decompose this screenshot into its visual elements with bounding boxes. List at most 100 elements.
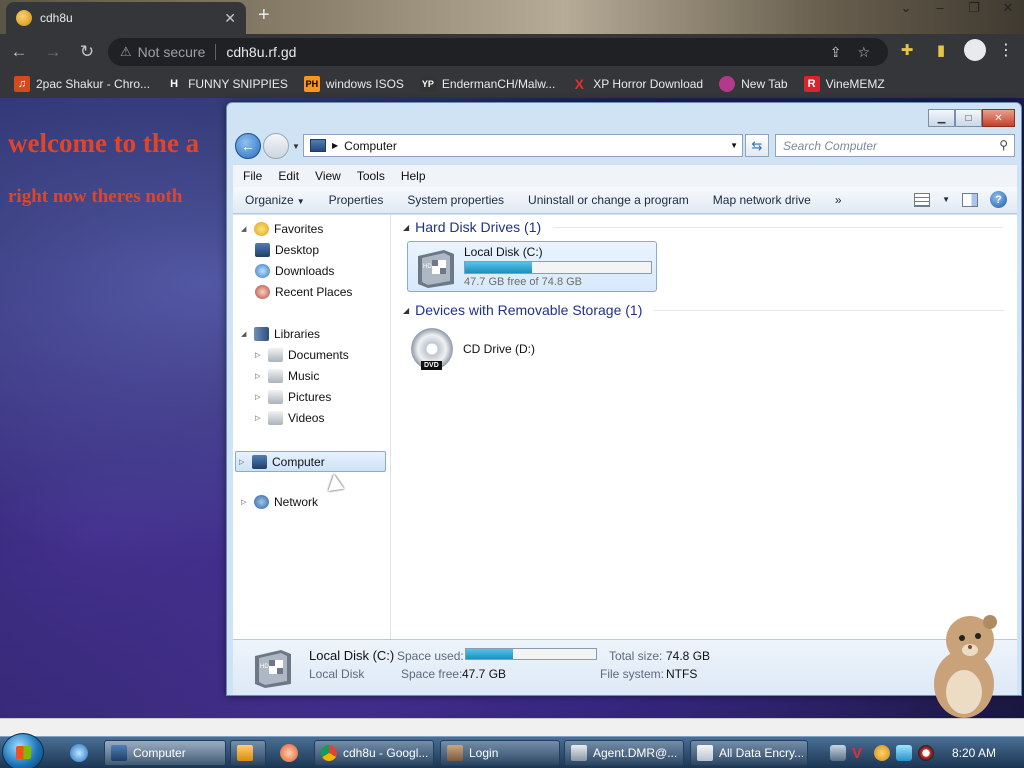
expand-icon[interactable]: ▷ bbox=[255, 372, 263, 380]
collapse-icon[interactable]: ◢ bbox=[241, 225, 249, 233]
taskbar-item-computer[interactable]: Computer bbox=[104, 740, 226, 766]
bookmark-star-icon[interactable]: ☆ bbox=[857, 44, 870, 61]
extensions-icon[interactable]: ✚ bbox=[896, 39, 918, 61]
group-divider bbox=[654, 309, 1005, 311]
taskbar-item-agent[interactable]: Agent.DMR@... bbox=[564, 740, 684, 766]
tray-display-icon[interactable] bbox=[895, 745, 912, 761]
side-panel-icon[interactable]: ▮ bbox=[930, 39, 952, 61]
uninstall-program-button[interactable]: Uninstall or change a program bbox=[516, 193, 701, 207]
start-button[interactable] bbox=[2, 733, 44, 768]
menu-file[interactable]: File bbox=[243, 169, 262, 183]
nav-network[interactable]: ▷ Network bbox=[241, 495, 318, 509]
internet-explorer-icon[interactable] bbox=[70, 744, 88, 762]
explorer-minimize-button[interactable]: ▁ bbox=[928, 109, 955, 127]
nav-recent-places[interactable]: Recent Places bbox=[255, 285, 352, 299]
back-arrow-icon[interactable]: ← bbox=[4, 37, 34, 67]
local-disk-item[interactable]: HD Local Disk (C:) 47.7 GB free of 74.8 … bbox=[407, 241, 657, 292]
close-button[interactable]: ✕ bbox=[998, 0, 1018, 16]
map-network-drive-button[interactable]: Map network drive bbox=[701, 193, 823, 207]
bookmark-2pac[interactable]: ♫ 2pac Shakur - Chro... bbox=[14, 76, 150, 92]
bookmark-windows-isos[interactable]: PH windows ISOS bbox=[303, 76, 404, 92]
share-icon[interactable]: ⇪ bbox=[830, 44, 842, 61]
explorer-close-button[interactable]: ✕ bbox=[982, 109, 1015, 127]
address-dropdown-icon[interactable]: ▼ bbox=[730, 141, 738, 150]
warning-icon: ⚠ bbox=[120, 44, 132, 59]
explorer-maximize-button[interactable]: □ bbox=[955, 109, 982, 127]
preview-pane-icon[interactable] bbox=[962, 192, 978, 207]
expand-icon[interactable]: ▷ bbox=[255, 414, 263, 422]
paint-icon[interactable] bbox=[280, 744, 298, 762]
expand-icon[interactable]: ▷ bbox=[241, 498, 249, 506]
details-pane: HD Local Disk (C:) Local Disk Space used… bbox=[233, 639, 1017, 695]
bookmark-endermanch[interactable]: YP EndermanCH/Malw... bbox=[419, 76, 555, 92]
restore-button[interactable]: ❐ bbox=[964, 0, 984, 16]
bookmark-xp-horror[interactable]: X XP Horror Download bbox=[571, 76, 704, 92]
tray-record-icon[interactable] bbox=[917, 745, 934, 761]
tab-close-icon[interactable]: ✕ bbox=[224, 10, 236, 27]
reload-icon[interactable]: ↻ bbox=[72, 37, 102, 67]
profile-avatar[interactable] bbox=[964, 39, 986, 61]
taskbar-item-chrome[interactable]: cdh8u - Googl... bbox=[314, 740, 434, 766]
minimize-button[interactable]: – bbox=[930, 0, 950, 16]
bookmark-funny-snippies[interactable]: H FUNNY SNIPPIES bbox=[166, 76, 288, 92]
menu-edit[interactable]: Edit bbox=[278, 169, 299, 183]
expand-icon[interactable]: ▷ bbox=[239, 458, 247, 466]
search-input[interactable]: Search Computer ⚲ bbox=[775, 134, 1015, 157]
search-icon[interactable]: ⚲ bbox=[999, 138, 1008, 152]
recent-pages-icon[interactable]: ▼ bbox=[292, 142, 300, 151]
tab-search-icon[interactable]: ⌄ bbox=[896, 0, 916, 16]
explorer-back-icon[interactable]: ← bbox=[235, 133, 261, 159]
breadcrumb-chevron-icon[interactable]: ▶ bbox=[332, 141, 338, 150]
menu-kebab-icon[interactable]: ⋮ bbox=[998, 40, 1014, 60]
help-icon[interactable]: ? bbox=[990, 191, 1007, 208]
taskbar-item-login[interactable]: Login bbox=[440, 740, 560, 766]
browser-tab[interactable]: cdh8u ✕ bbox=[6, 2, 246, 34]
tray-v-icon[interactable]: V bbox=[852, 745, 868, 762]
window-icon bbox=[571, 745, 587, 761]
bookmark-new-tab[interactable]: New Tab bbox=[719, 76, 788, 92]
organize-button[interactable]: Organize ▼ bbox=[233, 193, 317, 207]
properties-button[interactable]: Properties bbox=[317, 193, 396, 207]
nav-downloads[interactable]: Downloads bbox=[255, 264, 334, 278]
taskbar-item-media[interactable] bbox=[230, 740, 266, 766]
nav-favorites[interactable]: ◢ Favorites bbox=[241, 222, 323, 236]
refresh-icon[interactable]: ⇆ bbox=[745, 134, 769, 157]
change-view-icon[interactable] bbox=[914, 192, 931, 207]
nav-music[interactable]: ▷ Music bbox=[255, 369, 319, 383]
tray-app-icon[interactable] bbox=[829, 745, 846, 761]
nav-computer[interactable]: ▷ Computer bbox=[235, 451, 386, 472]
breadcrumb[interactable]: Computer bbox=[344, 139, 397, 153]
nav-pictures[interactable]: ▷ Pictures bbox=[255, 390, 331, 404]
taskbar-item-encrypted[interactable]: All Data Encry... bbox=[690, 740, 808, 766]
group-header-hard-disks[interactable]: ◢ Hard Disk Drives (1) bbox=[403, 219, 1004, 235]
system-properties-button[interactable]: System properties bbox=[395, 193, 516, 207]
nav-documents[interactable]: ▷ Documents bbox=[255, 348, 349, 362]
collapse-icon[interactable]: ◢ bbox=[241, 330, 249, 338]
expand-icon[interactable]: ▷ bbox=[255, 393, 263, 401]
menu-help[interactable]: Help bbox=[401, 169, 426, 183]
menu-tools[interactable]: Tools bbox=[357, 169, 385, 183]
omnibox[interactable]: ⚠ Not secure cdh8u.rf.gd ⇪ ☆ bbox=[108, 38, 888, 66]
view-dropdown-icon[interactable]: ▼ bbox=[942, 195, 950, 204]
page-horizontal-scrollbar[interactable] bbox=[0, 718, 1024, 736]
toolbar-right: ✚ ▮ ⋮ bbox=[896, 39, 1014, 61]
command-bar: Organize ▼ Properties System properties U… bbox=[233, 187, 1017, 214]
more-commands-button[interactable]: » bbox=[823, 193, 854, 207]
menu-view[interactable]: View bbox=[315, 169, 341, 183]
clock[interactable]: 8:20 AM bbox=[952, 746, 996, 760]
group-header-removable[interactable]: ◢ Devices with Removable Storage (1) bbox=[403, 302, 1005, 318]
collapse-icon[interactable]: ◢ bbox=[403, 223, 409, 232]
expand-icon[interactable]: ▷ bbox=[255, 351, 263, 359]
address-bar[interactable]: ▶ Computer ▼ bbox=[303, 134, 743, 157]
bookmark-vinememz[interactable]: R VineMEMZ bbox=[803, 76, 885, 92]
nav-libraries[interactable]: ◢ Libraries bbox=[241, 327, 320, 341]
url-text[interactable]: cdh8u.rf.gd bbox=[226, 44, 296, 60]
nav-videos[interactable]: ▷ Videos bbox=[255, 411, 324, 425]
cd-drive-item[interactable]: DVD CD Drive (D:) bbox=[411, 328, 535, 370]
tray-search-icon[interactable] bbox=[873, 745, 890, 761]
forward-arrow-icon[interactable]: → bbox=[38, 37, 68, 67]
explorer-forward-icon[interactable] bbox=[263, 133, 289, 159]
collapse-icon[interactable]: ◢ bbox=[403, 306, 409, 315]
new-tab-button[interactable]: + bbox=[258, 4, 270, 27]
nav-desktop[interactable]: Desktop bbox=[255, 243, 319, 257]
